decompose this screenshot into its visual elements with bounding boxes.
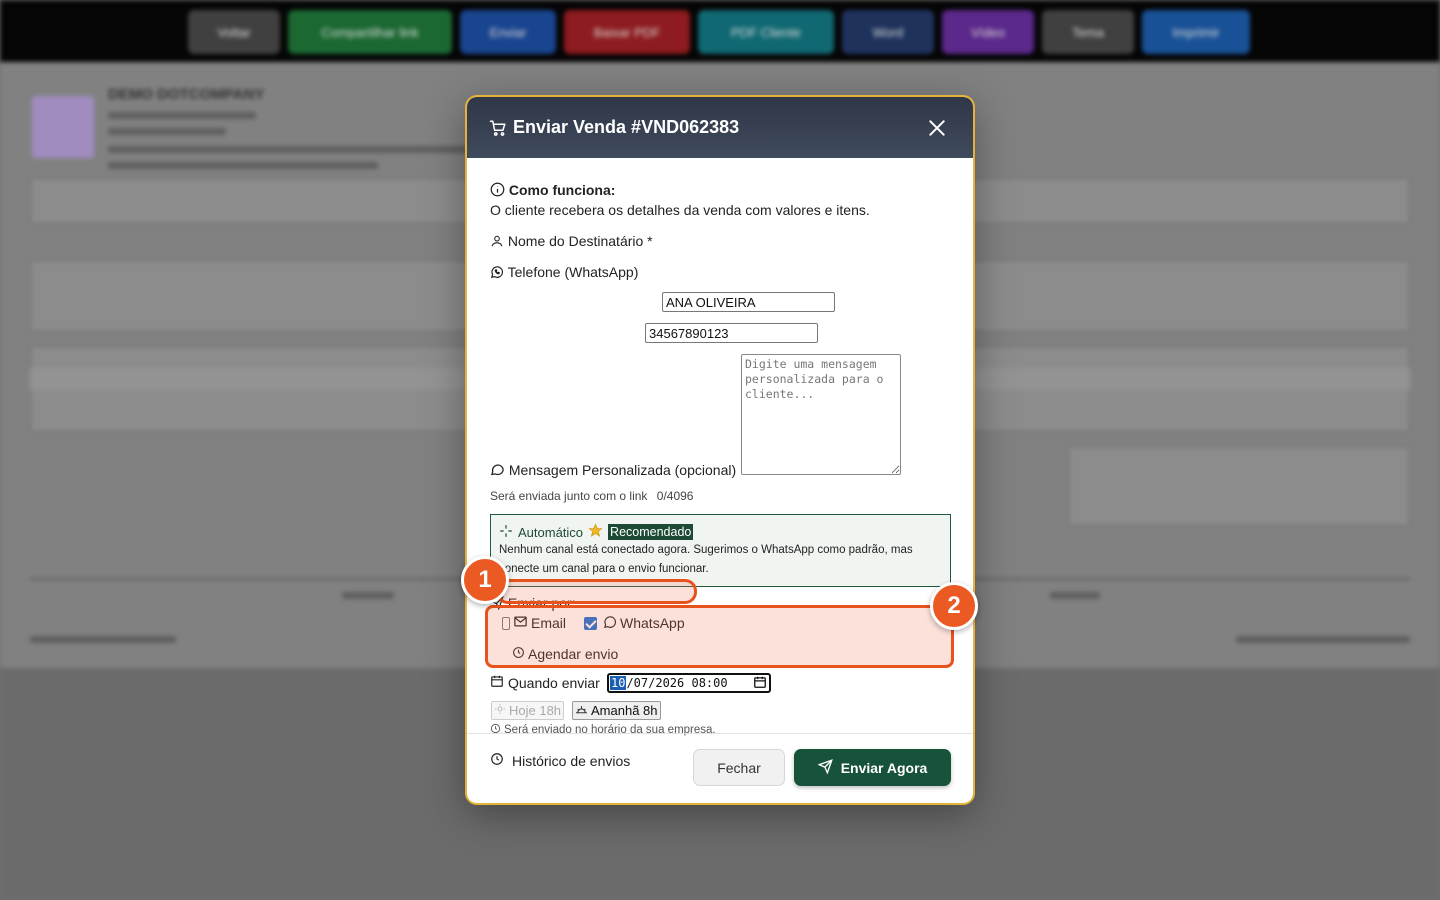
send-sale-modal: Enviar Venda #VND062383 Como funciona: O… <box>465 95 975 805</box>
highlight-schedule <box>496 579 697 604</box>
message-label-row: Mensagem Personalizada (opcional) <box>490 462 736 480</box>
auto-title: Automático <box>518 524 584 540</box>
bg-back-button: Voltar <box>188 10 280 54</box>
calendar-icon <box>490 674 504 691</box>
annotation-marker-2: 2 <box>930 582 978 630</box>
quick-tomorrow-label: Amanhã 8h <box>591 703 658 718</box>
bg-video-button: Vídeo <box>942 10 1034 54</box>
custom-message-textarea[interactable] <box>741 354 901 475</box>
calendar-picker-icon[interactable] <box>753 675 767 692</box>
sunrise-icon <box>575 703 588 719</box>
bg-pdf-button: Baixar PDF <box>564 10 690 54</box>
message-hint: Será enviada junto com o link <box>490 489 648 503</box>
send-now-label: Enviar Agora <box>840 759 928 776</box>
modal-footer: Fechar Enviar Agora <box>467 733 973 803</box>
when-label-row: Quando enviar <box>490 674 600 691</box>
phone-label-row: Telefone (WhatsApp) <box>490 264 638 282</box>
send-now-icon <box>817 758 833 777</box>
message-hint-row: Será enviada junto com o link 0/4096 <box>490 489 693 503</box>
phone-label: Telefone (WhatsApp) <box>507 264 639 280</box>
auto-text: Nenhum canal está conectado agora. Suger… <box>499 544 913 575</box>
quick-tomorrow-button[interactable]: Amanhã 8h <box>572 701 661 720</box>
when-label: Quando enviar <box>508 674 600 691</box>
close-icon[interactable] <box>925 116 949 140</box>
recommended-badge: Recomendado <box>608 524 694 540</box>
background-toolbar: Voltar Compartilhar link Enviar Baixar P… <box>0 0 1440 62</box>
info-heading: Como funciona: <box>490 182 615 200</box>
quick-today-label: Hoje 18h <box>509 703 562 718</box>
bg-share-button: Compartilhar link <box>288 10 452 54</box>
recipient-label: Nome do Destinatário * <box>507 233 653 249</box>
whatsapp-icon <box>490 265 504 282</box>
bg-company-logo <box>32 96 94 158</box>
automatic-channel-box: Automático Recomendado Nenhum canal está… <box>490 514 951 587</box>
close-button[interactable]: Fechar <box>693 749 785 786</box>
annotation-marker-1: 1 <box>461 556 509 604</box>
info-text: O cliente recebera os detalhes da venda … <box>490 202 870 218</box>
cart-icon <box>489 119 507 137</box>
bg-print-button: Imprimir <box>1142 10 1250 54</box>
auto-header: Automático Recomendado <box>499 523 694 541</box>
bg-company-name: DEMO DOTCOMPANY <box>108 86 265 103</box>
message-counter: 0/4096 <box>656 489 694 503</box>
send-now-button[interactable]: Enviar Agora <box>794 749 951 786</box>
highlight-datetime <box>485 605 954 668</box>
bg-pdf-client-button: PDF Cliente <box>698 10 834 54</box>
chat-bubble-icon <box>490 462 505 480</box>
quick-today-button[interactable]: Hoje 18h <box>491 701 565 720</box>
sun-icon <box>494 703 506 718</box>
recipient-label-row: Nome do Destinatário * <box>490 233 653 251</box>
info-title: Como funciona: <box>508 182 616 198</box>
modal-header: Enviar Venda #VND062383 <box>467 97 973 158</box>
user-icon <box>490 234 504 251</box>
datetime-day-segment[interactable]: 10 <box>610 676 627 690</box>
info-icon <box>490 182 505 200</box>
bg-word-button: Word <box>842 10 934 54</box>
datetime-rest: /07/2026 08:00 <box>626 676 728 690</box>
bg-theme-button: Tema <box>1042 10 1134 54</box>
modal-title: Enviar Venda #VND062383 <box>513 117 740 137</box>
sparkle-icon <box>499 524 513 541</box>
message-label: Mensagem Personalizada (opcional) <box>508 462 737 478</box>
schedule-datetime-input[interactable]: 10/07/2026 08:00 <box>607 673 771 693</box>
bg-send-button: Enviar <box>460 10 556 54</box>
recipient-name-input[interactable] <box>662 292 835 312</box>
star-icon <box>588 523 603 541</box>
phone-input[interactable] <box>645 323 818 343</box>
